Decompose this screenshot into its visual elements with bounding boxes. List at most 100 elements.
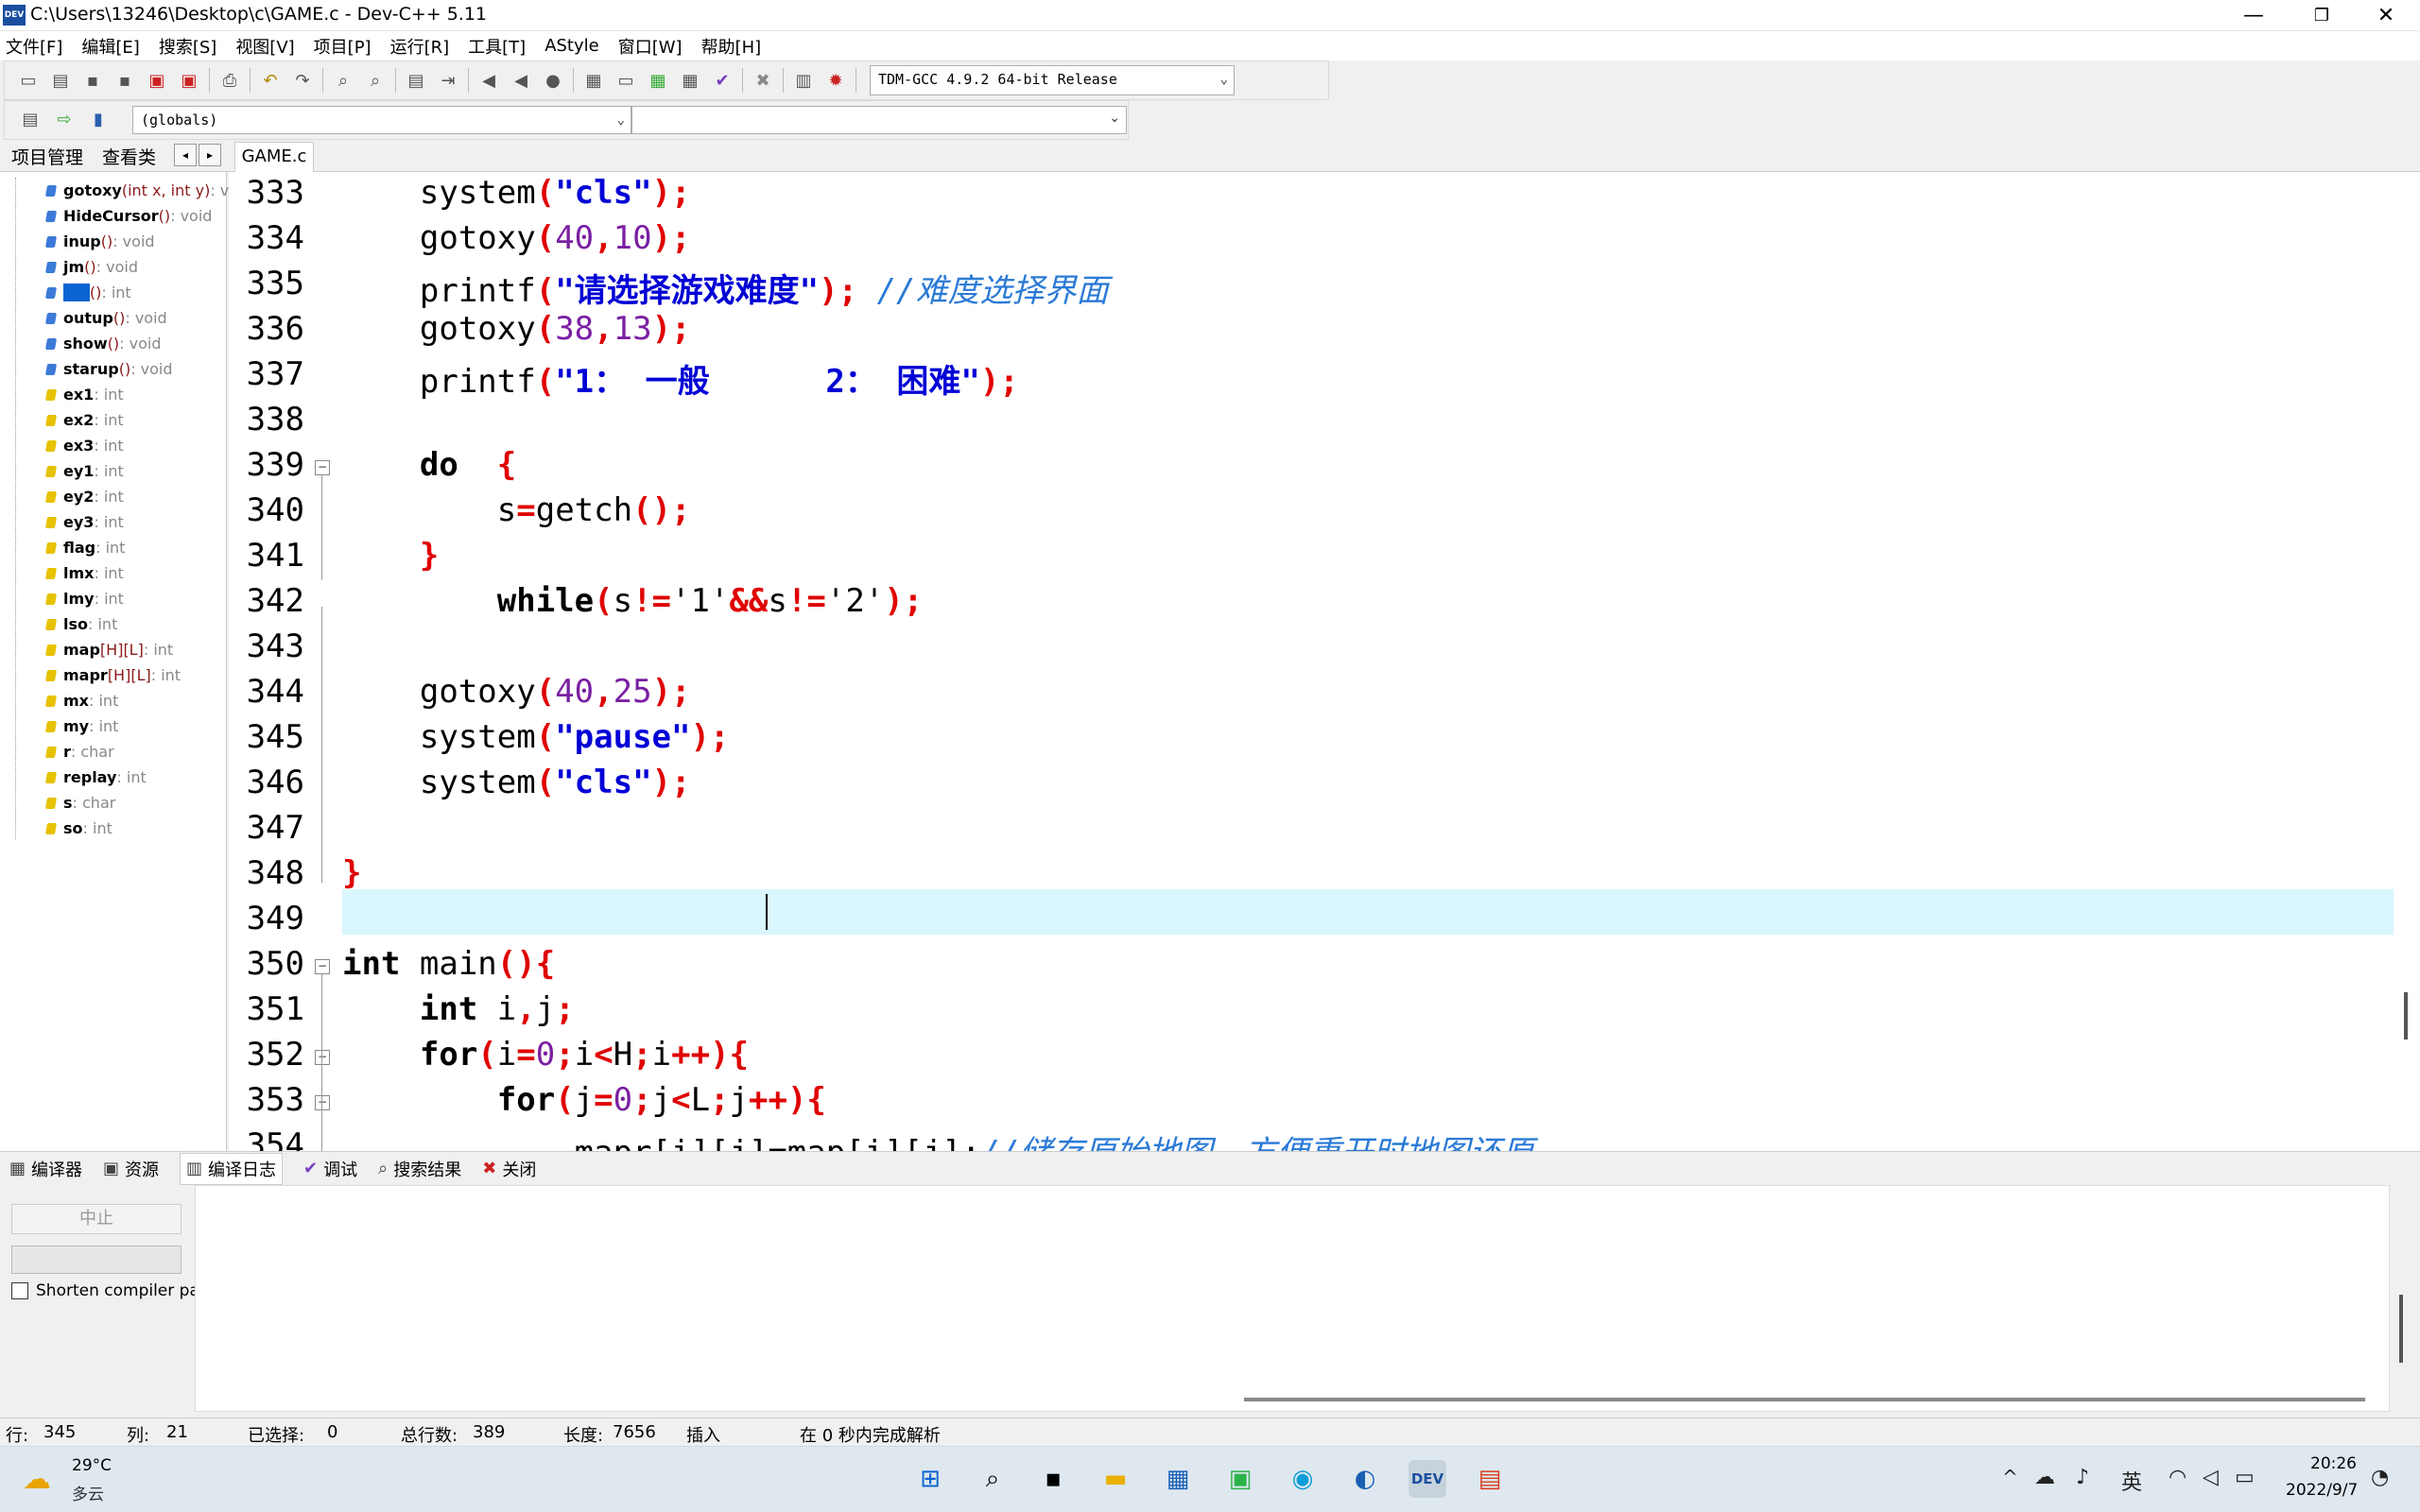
compile-icon[interactable]: ▦ [581, 68, 606, 93]
save-all-icon[interactable]: ▪ [112, 68, 137, 93]
fold-toggle-icon[interactable]: − [315, 460, 330, 475]
tree-item[interactable]: HideCursor () : void [15, 203, 212, 229]
tree-item[interactable]: lso : int [15, 611, 117, 637]
abort-compile-button[interactable]: 中止 [11, 1204, 182, 1234]
shorten-paths-option[interactable]: Shorten compiler pa [11, 1281, 199, 1300]
onedrive-icon[interactable]: ☁ [2034, 1466, 2055, 1489]
member-select[interactable]: ⌄ [631, 106, 1127, 134]
fold-toggle-icon[interactable]: − [315, 959, 330, 974]
tree-item[interactable]: starup () : void [15, 356, 173, 382]
fold-toggle-icon[interactable]: − [315, 1095, 330, 1110]
menu-tools[interactable]: 工具[T] [468, 34, 526, 59]
stop-execution-icon[interactable]: ✖ [751, 68, 775, 93]
toggle-comment-icon[interactable]: ● [541, 68, 565, 93]
fold-toggle-icon[interactable]: − [315, 1050, 330, 1065]
tab-close[interactable]: ✖ 关闭 [482, 1157, 536, 1181]
code-editor[interactable]: 333 334 335 336 337 338 339−340 341 342 343 344 345… [229, 172, 2420, 1151]
clock-time[interactable]: 20:26 [2310, 1454, 2357, 1473]
replace-icon[interactable]: ⌕ [363, 68, 388, 93]
scope-select[interactable]: (globals) ⌄ [132, 106, 631, 134]
volume-icon[interactable]: ◁ [2203, 1466, 2219, 1489]
notification-bell-icon[interactable]: ◔ [2371, 1466, 2389, 1489]
unindent-icon[interactable]: ◀ [476, 68, 501, 93]
tree-item[interactable]: ex3 : int [15, 433, 124, 458]
goto-line-icon[interactable]: ▤ [404, 68, 428, 93]
blue-app-icon[interactable]: ◐ [1346, 1460, 1384, 1498]
tree-item[interactable]: () : int [15, 280, 131, 305]
menu-edit[interactable]: 编辑[E] [81, 34, 139, 59]
windows-start-icon[interactable]: ⊞ [911, 1460, 949, 1498]
run-icon[interactable]: ▭ [614, 68, 638, 93]
tab-search-results[interactable]: ⌕ 搜索结果 [378, 1157, 461, 1181]
weather-icon[interactable]: ☁ [23, 1460, 51, 1498]
store-icon[interactable]: ▦ [1159, 1460, 1197, 1498]
goto-icon[interactable]: ⇨ [52, 107, 77, 131]
print-icon[interactable]: ⎙ [217, 68, 242, 93]
tree-item[interactable]: flag : int [15, 535, 125, 560]
minimize-button[interactable]: — [2220, 0, 2288, 31]
wechat-icon[interactable]: ▣ [1221, 1460, 1259, 1498]
tab-game-c[interactable]: GAME.c [234, 142, 314, 172]
menu-help[interactable]: 帮助[H] [701, 34, 762, 59]
tree-item[interactable]: r : char [15, 739, 114, 765]
input-method-indicator[interactable]: 英 [2121, 1466, 2142, 1496]
chart-profile-icon[interactable]: ▥ [791, 68, 816, 93]
wifi-icon[interactable]: ◠ [2169, 1466, 2187, 1489]
menu-view[interactable]: 视图[V] [235, 34, 294, 59]
microphone-icon[interactable]: ♪ [2076, 1466, 2089, 1489]
tree-item[interactable]: jm () : void [15, 254, 138, 280]
compile-log-output[interactable] [195, 1185, 2390, 1412]
open-file-icon[interactable]: ▤ [48, 68, 73, 93]
tree-item[interactable]: so : int [15, 816, 112, 841]
menu-run[interactable]: 运行[R] [390, 34, 450, 59]
syntax-check-icon[interactable]: ✔ [710, 68, 735, 93]
tree-item[interactable]: ex1 : int [15, 382, 124, 407]
edge-browser-icon[interactable]: ◉ [1284, 1460, 1322, 1498]
menu-file[interactable]: 文件[F] [6, 34, 62, 59]
tree-item[interactable]: outup () : void [15, 305, 167, 331]
devcpp-taskbar-icon[interactable]: DEV [1409, 1460, 1446, 1498]
clock-date[interactable]: 2022/9/7 [2286, 1481, 2358, 1500]
tree-item[interactable]: ey1 : int [15, 458, 124, 484]
tree-item[interactable]: lmx : int [15, 560, 124, 586]
horizontal-scrollbar-thumb[interactable] [1244, 1398, 2365, 1401]
tab-debug[interactable]: ✔ 调试 [303, 1157, 357, 1181]
tree-item[interactable]: map [H][L] : int [15, 637, 173, 662]
tree-item[interactable]: ey2 : int [15, 484, 124, 509]
tree-item[interactable]: s : char [15, 790, 115, 816]
menu-astyle[interactable]: AStyle [544, 36, 599, 56]
tab-class-view[interactable]: 查看类 [102, 144, 156, 169]
rebuild-icon[interactable]: ▦ [678, 68, 702, 93]
redo-icon[interactable]: ↷ [290, 68, 315, 93]
indent-icon[interactable]: ◀ [509, 68, 533, 93]
bookmark-icon[interactable]: ⇥ [436, 68, 460, 93]
close-button[interactable]: ✕ [2352, 0, 2420, 31]
tree-item[interactable]: ey3 : int [15, 509, 124, 535]
tab-scroll-left-button[interactable]: ◂ [174, 144, 197, 166]
undo-icon[interactable]: ↶ [258, 68, 283, 93]
menu-project[interactable]: 项目[P] [314, 34, 372, 59]
compile-run-icon[interactable]: ▦ [646, 68, 670, 93]
shorten-paths-checkbox[interactable] [11, 1282, 28, 1299]
tree-item[interactable]: mapr [H][L] : int [15, 662, 181, 688]
battery-icon[interactable]: ▭ [2235, 1466, 2255, 1489]
compiler-select[interactable]: TDM-GCC 4.9.2 64-bit Release ⌄ [870, 65, 1235, 95]
tree-item[interactable]: show () : void [15, 331, 162, 356]
save-icon[interactable]: ▪ [80, 68, 105, 93]
debug-icon[interactable]: ✹ [823, 68, 848, 93]
tree-item[interactable]: gotoxy (int x, int y) : v [15, 178, 229, 203]
find-icon[interactable]: ⌕ [331, 68, 355, 93]
restore-button[interactable]: ❐ [2288, 0, 2356, 31]
tree-item[interactable]: inup () : void [15, 229, 155, 254]
file-explorer-icon[interactable]: ▬ [1097, 1460, 1134, 1498]
log-scrollbar-thumb[interactable] [2399, 1295, 2403, 1363]
tree-item[interactable]: replay : int [15, 765, 147, 790]
editor-scrollbar-thumb[interactable] [2404, 992, 2408, 1040]
menu-search[interactable]: 搜索[S] [159, 34, 216, 59]
close-file-icon[interactable]: ▣ [145, 68, 169, 93]
insert-icon[interactable]: ▤ [18, 107, 43, 131]
tab-scroll-right-button[interactable]: ▸ [199, 144, 221, 166]
tray-overflow-icon[interactable]: ^ [2002, 1466, 2018, 1488]
presentation-app-icon[interactable]: ▤ [1471, 1460, 1509, 1498]
tree-item[interactable]: mx : int [15, 688, 118, 713]
